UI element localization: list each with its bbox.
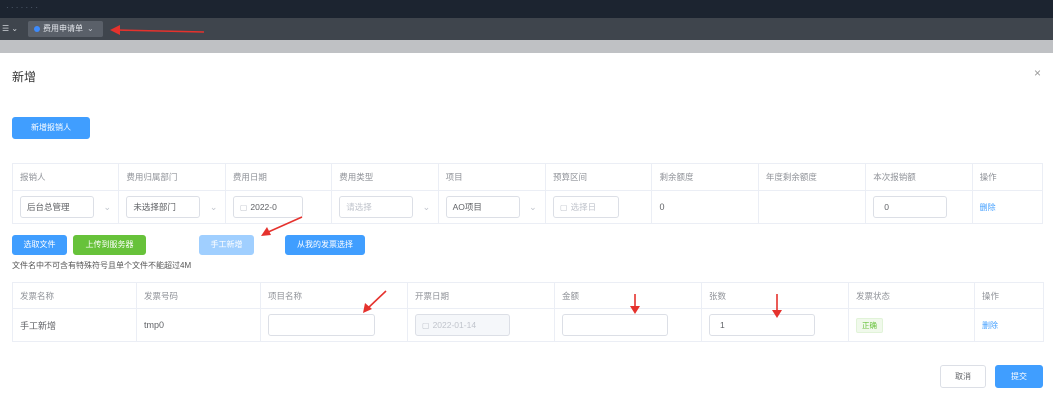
- status-badge: 正确: [856, 317, 883, 333]
- budget-range-placeholder: 选择日: [570, 202, 597, 212]
- col-header: 操作: [971, 163, 1044, 191]
- reimburser-select[interactable]: 后台总管理 ⌄: [20, 196, 111, 218]
- col-header: 发票名称: [12, 282, 137, 309]
- tab-active-dot: [34, 25, 40, 32]
- col-header: 费用类型: [331, 163, 439, 191]
- col-header: 报销人: [11, 163, 120, 191]
- reimburser-value: 后台总管理: [27, 202, 70, 212]
- amount-input[interactable]: 0: [873, 196, 948, 218]
- select-file-button[interactable]: 选取文件: [12, 235, 67, 255]
- tab-menu-button[interactable]: ☰ ⌄: [0, 22, 22, 36]
- upload-to-server-button[interactable]: 上传到服务器: [73, 235, 146, 255]
- delete-link[interactable]: 删除: [974, 308, 1044, 342]
- modal-overlay: [0, 40, 1053, 53]
- expense-type-select[interactable]: 请选择 ⌄: [339, 196, 430, 218]
- budget-range-picker[interactable]: ▢ 选择日: [553, 196, 620, 218]
- invoice-amount-input[interactable]: [562, 314, 668, 336]
- col-header: 发票状态: [848, 282, 975, 309]
- cancel-button[interactable]: 取消: [940, 365, 986, 388]
- invoice-header-row: 发票名称 发票号码 项目名称 开票日期 金额 张数 发票状态 操作: [12, 282, 1044, 309]
- table-row: 后台总管理 ⌄ 未选择部门 ⌄ ▢ 2022-0 请选择 ⌄ AO项目 ⌄ ▢ 选择日 0 …: [11, 190, 1044, 224]
- table-row: 手工新增 tmp0 ▢ 2022-01-14 1 正确 删除: [12, 308, 1044, 342]
- delete-link[interactable]: 删除: [971, 190, 1044, 224]
- add-reimburser-button[interactable]: 新增报销人: [12, 117, 90, 139]
- chevron-down-icon: ⌄: [103, 202, 111, 212]
- reimburse-table: 报销人 费用归属部门 费用日期 费用类型 项目 预算区间 剩余额度 年度剩余额度…: [11, 163, 1044, 224]
- expense-type-placeholder: 请选择: [346, 202, 372, 212]
- col-header: 费用归属部门: [118, 163, 226, 191]
- close-icon[interactable]: ×: [1034, 66, 1041, 80]
- col-header: 年度剩余额度: [757, 163, 867, 191]
- upload-hint: 文件名中不可含有特殊符号且单个文件不能超过4M: [12, 261, 192, 270]
- col-header: 开票日期: [407, 282, 555, 309]
- app-topbar-text: · · · · · · ·: [6, 3, 38, 12]
- red-arrow-annotation: [630, 294, 640, 314]
- dept-select[interactable]: 未选择部门 ⌄: [126, 196, 217, 218]
- chevron-down-icon: ⌄: [209, 202, 218, 212]
- expense-date-value: 2022-0: [250, 202, 277, 212]
- annual-remaining-cell: [757, 190, 867, 224]
- dept-value: 未选择部门: [133, 202, 176, 212]
- manual-add-button[interactable]: 手工新增: [199, 235, 254, 255]
- tab-label: 费用申请单: [43, 24, 83, 33]
- calendar-icon: ▢: [422, 321, 430, 330]
- chevron-down-icon: ⌄: [529, 202, 537, 212]
- chevron-down-icon[interactable]: ⌄: [87, 24, 94, 33]
- calendar-icon: ▢: [560, 203, 568, 212]
- invoice-name-cell: 手工新增: [12, 308, 137, 342]
- remaining-cell: 0: [651, 190, 759, 224]
- project-value: AO项目: [452, 202, 482, 212]
- col-header: 剩余额度: [651, 163, 759, 191]
- col-header: 本次报销额: [865, 163, 973, 191]
- calendar-icon: ▢: [239, 203, 248, 212]
- add-dialog: 新增 × 新增报销人 报销人 费用归属部门 费用日期 费用类型 项目 预算区间 …: [0, 53, 1053, 397]
- dialog-title: 新增: [12, 70, 37, 84]
- col-header: 费用日期: [224, 163, 333, 191]
- red-arrow-annotation: [261, 216, 303, 236]
- col-header: 项目: [437, 163, 547, 191]
- invoice-number-cell: tmp0: [136, 308, 261, 342]
- app-topbar: · · · · · · ·: [0, 0, 1053, 18]
- submit-button[interactable]: 提交: [995, 365, 1043, 388]
- tab-expense-application[interactable]: 费用申请单 ⌄: [28, 21, 103, 37]
- chevron-down-icon: ⌄: [422, 202, 431, 212]
- invoice-count-value: 1: [720, 320, 725, 330]
- reimburse-header-row: 报销人 费用归属部门 费用日期 费用类型 项目 预算区间 剩余额度 年度剩余额度…: [11, 163, 1044, 191]
- col-header: 操作: [974, 282, 1044, 309]
- invoice-table: 发票名称 发票号码 项目名称 开票日期 金额 张数 发票状态 操作 手工新增 t…: [12, 282, 1044, 342]
- red-arrow-annotation: [110, 25, 204, 35]
- project-name-input[interactable]: [268, 314, 375, 336]
- invoice-count-input[interactable]: 1: [709, 314, 815, 336]
- invoice-date-picker: ▢ 2022-01-14: [415, 314, 510, 336]
- invoice-date-value: 2022-01-14: [432, 320, 477, 330]
- col-header: 发票号码: [136, 282, 261, 309]
- col-header: 预算区间: [545, 163, 653, 191]
- red-arrow-annotation: [363, 290, 387, 313]
- project-select[interactable]: AO项目 ⌄: [445, 196, 537, 218]
- red-arrow-annotation: [772, 294, 782, 318]
- amount-value: 0: [884, 202, 889, 212]
